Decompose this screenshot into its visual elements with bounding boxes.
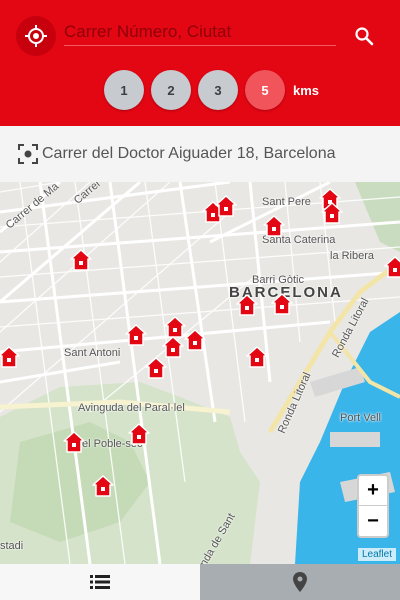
location-marker[interactable] bbox=[236, 294, 258, 316]
tab-list-view[interactable] bbox=[0, 564, 200, 600]
location-marker[interactable] bbox=[246, 346, 268, 368]
focus-location-icon bbox=[18, 144, 38, 164]
map-label-avinguda-paral-lel: Avinguda del Paral·lel bbox=[78, 402, 185, 414]
map-attribution[interactable]: Leaflet bbox=[357, 548, 396, 561]
zoom-in-button[interactable]: + bbox=[359, 476, 387, 506]
house-marker-icon bbox=[125, 324, 147, 346]
location-marker[interactable] bbox=[92, 475, 114, 497]
search-button[interactable] bbox=[350, 22, 378, 50]
house-marker-icon bbox=[145, 357, 167, 379]
radius-unit-label: kms bbox=[293, 82, 320, 98]
house-marker-icon bbox=[384, 256, 400, 278]
location-marker[interactable] bbox=[184, 329, 206, 351]
current-address-bar: Carrer del Doctor Aiguader 18, Barcelona bbox=[0, 126, 400, 182]
map-label-sant-pere: Sant Pere bbox=[262, 196, 311, 208]
list-icon bbox=[90, 575, 110, 589]
house-marker-icon bbox=[246, 346, 268, 368]
house-marker-icon bbox=[263, 215, 285, 237]
house-marker-icon bbox=[321, 202, 343, 224]
map-label-estadi: stadi bbox=[0, 540, 24, 552]
bottom-tab-bar bbox=[0, 564, 400, 600]
radius-option-2[interactable]: 2 bbox=[151, 70, 191, 110]
location-marker[interactable] bbox=[384, 256, 400, 278]
locate-button[interactable] bbox=[16, 16, 56, 56]
house-marker-icon bbox=[0, 346, 20, 368]
house-marker-icon bbox=[92, 475, 114, 497]
zoom-out-button[interactable]: − bbox=[359, 506, 387, 536]
location-marker[interactable] bbox=[321, 202, 343, 224]
location-marker[interactable] bbox=[271, 293, 293, 315]
location-marker[interactable] bbox=[128, 423, 150, 445]
location-marker[interactable] bbox=[0, 346, 20, 368]
radius-selector: 1 2 3 5 kms bbox=[104, 70, 319, 110]
house-marker-icon bbox=[63, 431, 85, 453]
tab-map-view[interactable] bbox=[200, 564, 400, 600]
location-marker[interactable] bbox=[145, 357, 167, 379]
house-marker-icon bbox=[215, 195, 237, 217]
house-marker-icon bbox=[70, 249, 92, 271]
radius-option-1[interactable]: 1 bbox=[104, 70, 144, 110]
app-header: 1 2 3 5 kms bbox=[0, 0, 400, 126]
location-marker[interactable] bbox=[63, 431, 85, 453]
house-marker-icon bbox=[184, 329, 206, 351]
zoom-control: + − bbox=[357, 474, 389, 538]
location-marker[interactable] bbox=[70, 249, 92, 271]
location-marker[interactable] bbox=[263, 215, 285, 237]
search-icon bbox=[355, 27, 374, 46]
map-tiles bbox=[0, 182, 400, 564]
location-marker[interactable] bbox=[164, 316, 186, 338]
address-search-input[interactable] bbox=[64, 18, 336, 46]
house-marker-icon bbox=[271, 293, 293, 315]
radius-option-3[interactable]: 3 bbox=[198, 70, 238, 110]
radius-option-5[interactable]: 5 bbox=[245, 70, 285, 110]
map-pin-icon bbox=[293, 572, 307, 592]
current-address-text: Carrer del Doctor Aiguader 18, Barcelona bbox=[42, 145, 336, 162]
house-marker-icon bbox=[128, 423, 150, 445]
location-marker[interactable] bbox=[162, 336, 184, 358]
house-marker-icon bbox=[164, 316, 186, 338]
map-label-port-vell: Port Vell bbox=[340, 412, 381, 424]
map-view[interactable]: Carrer de Ma Carrer Sant Pere Santa Cate… bbox=[0, 182, 400, 564]
map-label-la-ribera: la Ribera bbox=[330, 250, 375, 262]
location-marker[interactable] bbox=[125, 324, 147, 346]
location-marker[interactable] bbox=[215, 195, 237, 217]
crosshair-icon bbox=[25, 25, 47, 47]
map-label-sant-antoni: Sant Antoni bbox=[64, 347, 121, 359]
house-marker-icon bbox=[162, 336, 184, 358]
house-marker-icon bbox=[236, 294, 258, 316]
